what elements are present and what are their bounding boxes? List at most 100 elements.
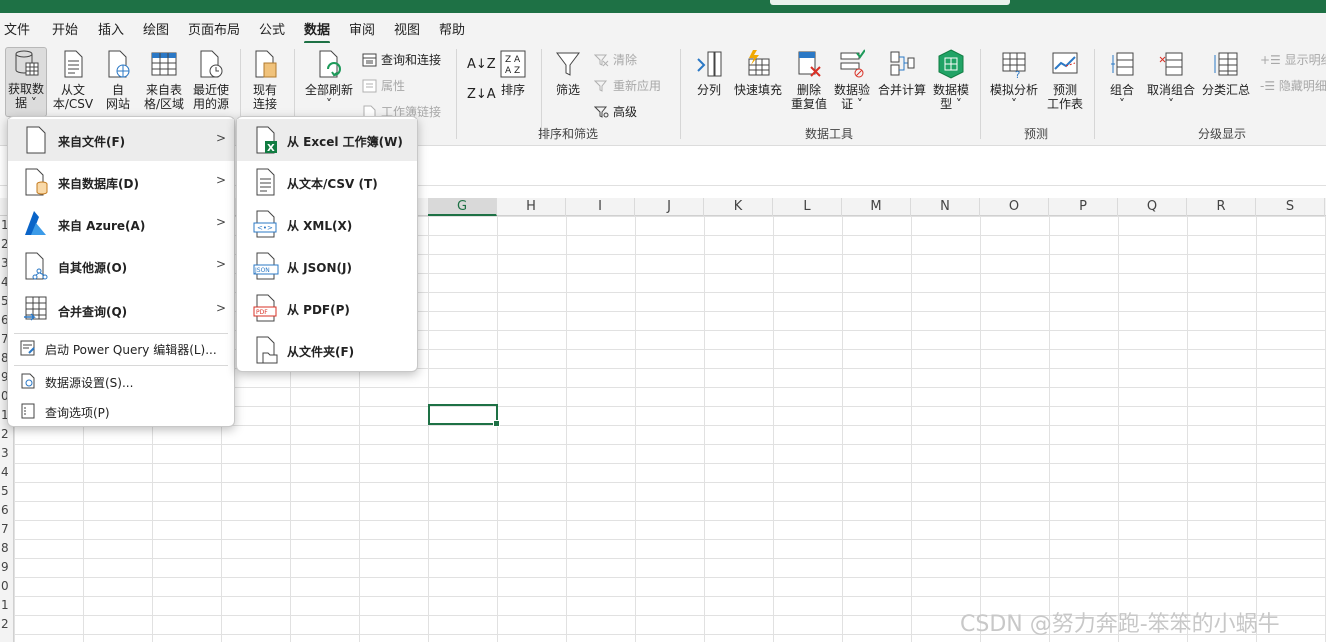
reapply-icon [594, 80, 608, 92]
active-cell-selection[interactable] [428, 404, 500, 427]
row-header[interactable]: 5 [0, 482, 13, 501]
tab-formulas[interactable]: 公式 [259, 19, 285, 38]
menu-item-data-source-settings[interactable]: 数据源设置(S)... [8, 367, 234, 395]
column-header-p[interactable]: P [1049, 198, 1118, 216]
sort-descending-icon: Z↓A [467, 87, 496, 102]
tab-review[interactable]: 审阅 [349, 19, 375, 38]
row-header[interactable]: 4 [0, 463, 13, 482]
search-box[interactable] [770, 0, 1010, 5]
data-source-settings-icon [21, 373, 35, 389]
remove-duplicates-button[interactable]: 删除 重复值 [789, 49, 829, 111]
ungroup-button[interactable]: 取消组合 ˅ [1146, 49, 1196, 111]
hide-detail-label: 隐藏明细 [1278, 79, 1326, 93]
svg-text:A Z: A Z [505, 66, 520, 76]
column-header-g[interactable]: G [428, 198, 497, 216]
menu-item-from-json[interactable]: JSON 从 JSON(J) [237, 245, 417, 287]
tab-help[interactable]: 帮助 [439, 19, 465, 38]
row-header[interactable]: 3 [0, 444, 13, 463]
json-icon: JSON [253, 252, 279, 280]
menu-item-from-azure[interactable]: 来自 Azure(A) > [8, 203, 234, 245]
consolidate-button[interactable]: 合并计算 [876, 49, 928, 97]
column-header-s[interactable]: S [1256, 198, 1325, 216]
tab-draw[interactable]: 绘图 [143, 19, 169, 38]
column-header-l[interactable]: L [773, 198, 842, 216]
group-button[interactable]: 组合 ˅ [1104, 49, 1140, 111]
menu-item-label: 来自 Azure(A) [58, 219, 146, 233]
row-header[interactable]: 2 [0, 615, 13, 634]
filter-button[interactable]: 筛选 [552, 49, 584, 97]
tab-page-layout[interactable]: 页面布局 [188, 19, 240, 38]
row-header[interactable]: 1 [0, 596, 13, 615]
group-caret: ˅ [1119, 97, 1125, 111]
recent-sources-button[interactable]: 最近使 用的源 [189, 49, 233, 111]
menu-item-from-pdf[interactable]: PDF 从 PDF(P) [237, 287, 417, 329]
advanced-filter-button[interactable]: 高级 [594, 103, 637, 120]
column-header-q[interactable]: Q [1118, 198, 1187, 216]
tab-file[interactable]: 文件 [4, 19, 30, 38]
tab-home[interactable]: 开始 [52, 19, 78, 38]
column-header-o[interactable]: O [980, 198, 1049, 216]
column-header-k[interactable]: K [704, 198, 773, 216]
subtotal-button[interactable]: 分类汇总 [1200, 49, 1252, 97]
hide-detail-button[interactable]: -☰ 隐藏明细 [1260, 77, 1326, 94]
tab-data[interactable]: 数据 [304, 19, 331, 44]
clear-filter-button[interactable]: 清除 [594, 51, 637, 68]
refresh-all-button[interactable]: 全部刷新 ˅ [302, 49, 356, 111]
menu-item-from-folder[interactable]: 从文件夹(F) [237, 329, 417, 371]
tab-view[interactable]: 视图 [394, 19, 420, 38]
menu-item-from-database[interactable]: 来自数据库(D) > [8, 161, 234, 203]
menu-item-label: 从文本/CSV (T) [287, 177, 378, 191]
menu-item-label: 从文件夹(F) [287, 345, 355, 359]
column-header-h[interactable]: H [497, 198, 566, 216]
data-model-button[interactable]: 数据模 型 ˅ [931, 49, 971, 111]
pdf-icon: PDF [253, 294, 277, 322]
tab-insert[interactable]: 插入 [98, 19, 124, 38]
column-header-i[interactable]: I [566, 198, 635, 216]
forecast-group-label: 预测 [1024, 127, 1049, 141]
from-text-csv-button[interactable]: 从文 本/CSV [51, 49, 95, 111]
row-header[interactable]: 0 [0, 577, 13, 596]
row-header[interactable]: 8 [0, 539, 13, 558]
existing-connections-button[interactable]: 现有 连接 [246, 49, 284, 111]
power-query-editor-icon [20, 340, 35, 356]
menu-item-from-xml[interactable]: <•> 从 XML(X) [237, 203, 417, 245]
column-header-n[interactable]: N [911, 198, 980, 216]
sort-descending-button[interactable]: Z↓A [467, 87, 496, 102]
forecast-sheet-label-2: 工作表 [1046, 97, 1083, 111]
sort-button[interactable]: Z AA Z 排序 [498, 49, 528, 97]
show-detail-button[interactable]: +☰ 显示明细 [1260, 51, 1326, 68]
menu-item-from-text-csv[interactable]: 从文本/CSV (T) [237, 161, 417, 203]
queries-connections-button[interactable]: 查询和连接 [362, 51, 441, 68]
from-table-button[interactable]: 来自表 格/区域 [141, 49, 187, 111]
menu-item-launch-power-query[interactable]: 启动 Power Query 编辑器(L)... [8, 334, 234, 362]
refresh-all-caret: ˅ [326, 97, 332, 111]
data-validation-button[interactable]: 数据验 证 ˅ [832, 49, 872, 111]
column-header-m[interactable]: M [842, 198, 911, 216]
from-web-label-1: 自 [111, 83, 124, 97]
menu-item-label: 从 PDF(P) [287, 303, 350, 317]
properties-button[interactable]: 属性 [362, 77, 405, 94]
sort-icon: Z AA Z [500, 50, 526, 78]
row-header[interactable]: 6 [0, 501, 13, 520]
column-header-j[interactable]: J [635, 198, 704, 216]
menu-item-label: 从 Excel 工作簿(W) [287, 135, 403, 149]
menu-separator [14, 365, 228, 366]
column-header-r[interactable]: R [1187, 198, 1256, 216]
row-header[interactable]: 2 [0, 425, 13, 444]
get-data-button[interactable]: 获取数 据 ˅ [5, 47, 47, 117]
what-if-analysis-button[interactable]: ? 模拟分析 ˅ [986, 49, 1042, 111]
from-web-button[interactable]: 自 网站 [100, 49, 136, 111]
sort-ascending-button[interactable]: A↓Z [467, 57, 496, 72]
group-icon [1111, 52, 1134, 76]
row-header[interactable]: 7 [0, 520, 13, 539]
menu-item-query-options[interactable]: 查询选项(P) [8, 397, 234, 425]
text-to-columns-button[interactable]: 分列 [692, 49, 726, 97]
menu-item-combine-queries[interactable]: 合并查询(Q) > [8, 289, 234, 331]
menu-item-from-other-sources[interactable]: 自其他源(O) > [8, 245, 234, 287]
reapply-button[interactable]: 重新应用 [594, 77, 661, 94]
flash-fill-button[interactable]: 快速填充 [733, 49, 783, 97]
menu-item-from-file[interactable]: 来自文件(F) > [8, 119, 234, 161]
row-header[interactable]: 9 [0, 558, 13, 577]
forecast-sheet-button[interactable]: 预测 工作表 [1045, 49, 1085, 111]
menu-item-from-excel-workbook[interactable]: X 从 Excel 工作簿(W) [237, 119, 417, 161]
